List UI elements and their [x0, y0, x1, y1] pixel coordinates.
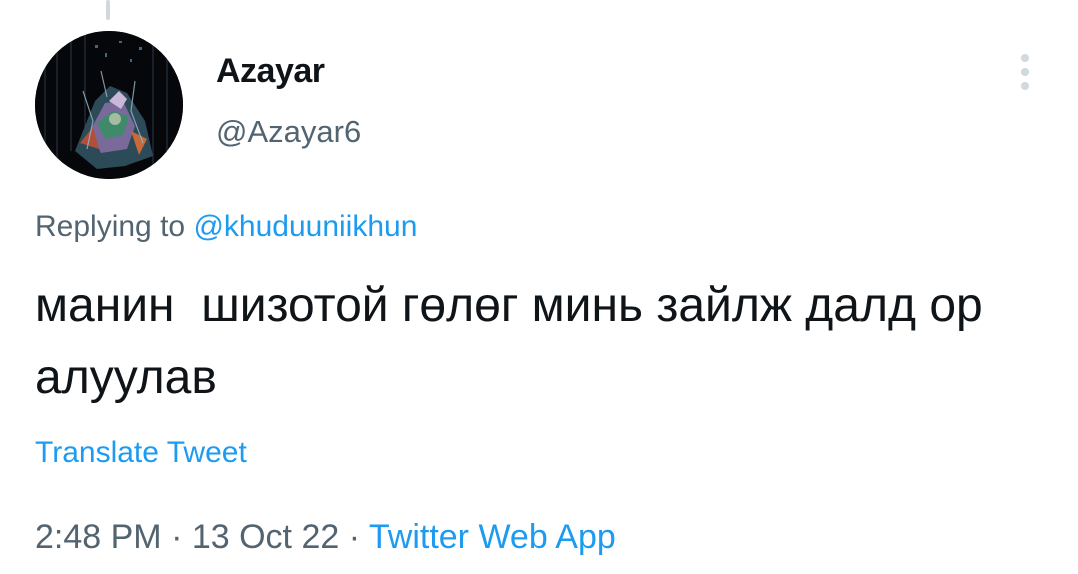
tweet-meta: 2:48 PM · 13 Oct 22 · Twitter Web App — [35, 518, 616, 557]
meta-separator: · — [339, 518, 369, 556]
more-dot — [1021, 68, 1029, 76]
tweet-date[interactable]: 13 Oct 22 — [192, 518, 339, 556]
reply-mention-link[interactable]: @khuduuniikhun — [193, 210, 417, 243]
thread-connector-line — [106, 0, 110, 20]
more-dot — [1021, 54, 1029, 62]
meta-separator: · — [161, 518, 192, 556]
ellipsis-vertical-icon[interactable] — [1010, 50, 1040, 94]
tweet-source-link[interactable]: Twitter Web App — [369, 518, 616, 556]
author-handle[interactable]: @Azayar6 — [216, 114, 361, 150]
replying-to-label: Replying to — [35, 210, 194, 243]
replying-to: Replying to @khuduuniikhun — [35, 210, 417, 244]
avatar[interactable] — [35, 31, 183, 179]
more-dot — [1021, 82, 1029, 90]
tweet-text: манин шизотой гөлөг минь зайлж далд ор а… — [35, 279, 997, 404]
author-display-name[interactable]: Azayar — [216, 52, 325, 91]
tweet-time[interactable]: 2:48 PM — [35, 518, 162, 556]
translate-tweet-link[interactable]: Translate Tweet — [35, 436, 247, 470]
